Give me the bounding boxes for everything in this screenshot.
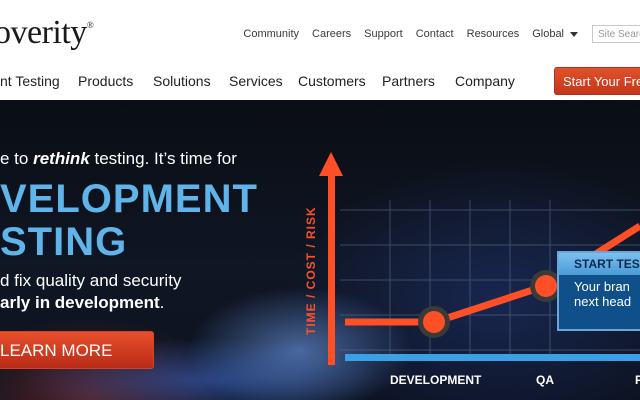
callout-title: START TES — [559, 253, 640, 275]
hero-subtext-line1: d fix quality and security — [0, 271, 182, 290]
nav-item-partners[interactable]: Partners — [382, 73, 435, 89]
hero-headline-line1: VELOPMENT — [0, 177, 258, 221]
global-dropdown[interactable]: Global — [532, 28, 578, 40]
hero-subtext-line2: arly in development. — [0, 293, 165, 312]
resources-link[interactable]: Resources — [467, 28, 520, 40]
hero-intro-text: e to rethink testing. It’s time for — [0, 149, 237, 168]
nav-item-products[interactable]: Products — [78, 73, 133, 89]
learn-more-button[interactable]: LEARN MORE — [0, 331, 154, 369]
y-axis-bar — [328, 170, 335, 365]
contact-link[interactable]: Contact — [416, 28, 454, 40]
main-nav: nt Testing Products Solutions Services C… — [0, 73, 640, 93]
nav-item-solutions[interactable]: Solutions — [153, 73, 211, 89]
utility-nav: Community Careers Support Contact Resour… — [243, 25, 640, 43]
chevron-down-icon — [570, 31, 578, 37]
start-testing-callout[interactable]: START TES Your bran next head — [557, 251, 640, 331]
global-label: Global — [532, 28, 564, 40]
nav-item-customers[interactable]: Customers — [298, 73, 366, 89]
nav-item-services[interactable]: Services — [229, 73, 283, 89]
callout-body: Your bran next head — [574, 279, 632, 309]
nav-item-company[interactable]: Company — [455, 73, 515, 89]
support-link[interactable]: Support — [364, 28, 403, 40]
hero-headline-line2: STING — [0, 220, 128, 264]
community-link[interactable]: Community — [243, 28, 299, 40]
coverity-logo[interactable]: overity® — [0, 14, 94, 52]
start-free-trial-button[interactable]: Start Your Free — [554, 67, 640, 95]
x-label-production: P — [635, 373, 640, 387]
x-axis-bar — [345, 354, 640, 361]
x-label-qa: QA — [536, 373, 554, 387]
x-label-development: DEVELOPMENT — [390, 373, 482, 387]
hero-banner: e to rethink testing. It’s time for VELO… — [0, 100, 640, 400]
careers-link[interactable]: Careers — [312, 28, 351, 40]
site-search-input[interactable]: Site Search — [592, 25, 640, 43]
y-axis-label: TIME / COST / RISK — [304, 206, 318, 335]
site-header: overity® Community Careers Support Conta… — [0, 0, 640, 100]
nav-item-development-testing[interactable]: nt Testing — [0, 73, 60, 89]
arrow-up-icon — [319, 152, 343, 176]
